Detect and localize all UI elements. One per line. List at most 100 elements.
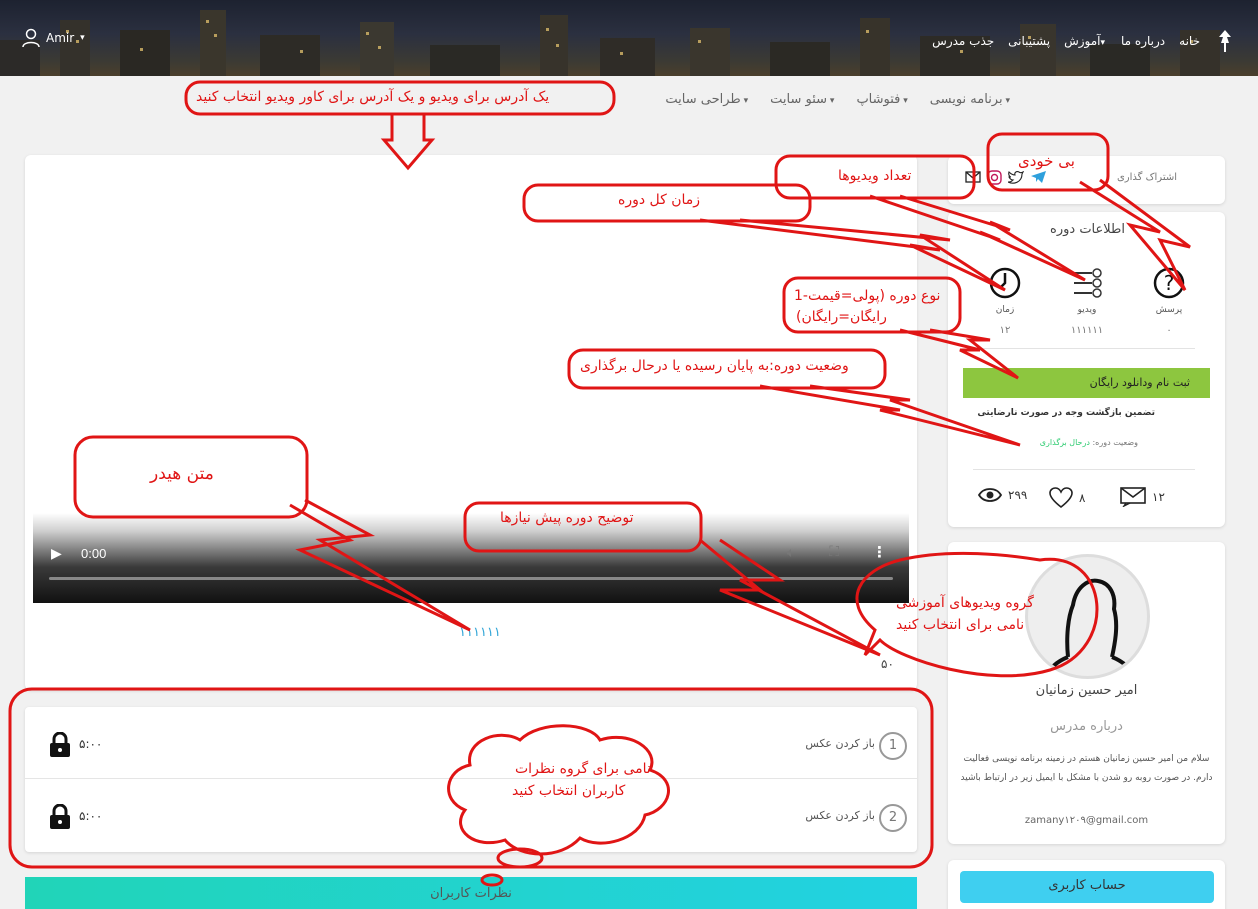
user-name: Amir [46, 31, 75, 45]
course-status-value: درحال برگذاری [1039, 438, 1090, 447]
course-info-card: اطلاعات دوره ? پرسش ۰ ویدیو ۱۱۱۱۱۱ زمان … [948, 212, 1225, 527]
heart-icon [1049, 487, 1073, 509]
divider [973, 348, 1195, 349]
person-silhouette-icon [1044, 578, 1136, 676]
logo-icon[interactable] [1214, 28, 1236, 54]
category-seo[interactable]: سئو سایت [770, 92, 834, 107]
stat-time: زمان ۱۲ [980, 267, 1030, 336]
comments-label: نظرات کاربران [430, 886, 512, 901]
annotation-course-type-1: 1-نوع دوره (پولی=قیمت [794, 288, 941, 304]
teacher-bio: سلام من امیر حسین زمانیان هستم در زمینه … [960, 754, 1213, 783]
money-back-guarantee: تضمین بازگشت وجه در صورت نارضایتی [977, 408, 1155, 418]
volume-icon[interactable]: 🔈︎ [787, 545, 795, 561]
messages-count[interactable]: ۱۲ [1120, 487, 1165, 507]
stat-videos: ویدیو ۱۱۱۱۱۱ [1062, 267, 1112, 336]
nav-home[interactable]: خانه [1179, 34, 1200, 48]
divider [973, 469, 1195, 470]
price-label: رایگان [1089, 376, 1119, 389]
instagram-icon[interactable] [987, 170, 1002, 185]
lesson-title: باز کردن عکس [805, 809, 875, 822]
user-menu[interactable]: Amir ▾ [22, 28, 85, 48]
likes-count[interactable]: ۸ [1049, 487, 1085, 509]
stat-questions: ? پرسش ۰ [1144, 267, 1194, 336]
question-icon: ? [1153, 267, 1185, 299]
share-card: اشتراک گذاری [948, 156, 1225, 204]
teacher-name: امیر حسین زمانیان [1035, 683, 1138, 698]
video-time: 0:00 [81, 546, 107, 561]
lesson-title: باز کردن عکس [805, 737, 875, 750]
annotation-total-time: زمان کل دوره [618, 192, 701, 208]
messages-value: ۱۲ [1152, 490, 1165, 504]
stat-videos-value: ۱۱۱۱۱۱ [1070, 325, 1104, 336]
lesson-row[interactable]: 1 باز کردن عکس ۵:۰۰ [25, 707, 917, 779]
email-icon[interactable] [965, 170, 981, 184]
more-options-icon[interactable]: ⋮ [872, 543, 887, 561]
account-button[interactable]: حساب کاربری [960, 871, 1214, 903]
lesson-row[interactable]: 2 باز کردن عکس ۵:۰۰ [25, 779, 917, 851]
share-label: اشتراک گذاری [1116, 172, 1177, 183]
clock-icon [989, 267, 1021, 299]
lesson-duration: ۵:۰۰ [79, 737, 103, 751]
likes-value: ۸ [1079, 491, 1086, 505]
course-number: ۵۰ [881, 657, 894, 671]
account-card: حساب کاربری [948, 860, 1225, 909]
share-icons [965, 170, 1047, 185]
annotation-bi-khodi: بی خودی [1018, 152, 1075, 170]
video-list-icon [1074, 268, 1102, 298]
lesson-number: 1 [879, 732, 907, 760]
teacher-email[interactable]: zamany۱۲۰۹@gmail.com [948, 815, 1225, 826]
main-nav: خانه درباره ما آموزش پشتیبانی جذب مدرس [932, 28, 1236, 54]
user-icon [22, 28, 40, 48]
message-icon [1120, 487, 1146, 507]
fullscreen-icon[interactable]: ⛶ [829, 544, 839, 560]
register-label: ثبت نام ودانلود [1122, 376, 1190, 389]
lesson-number: 2 [879, 804, 907, 832]
nav-about[interactable]: درباره ما [1121, 34, 1165, 48]
telegram-icon[interactable] [1030, 170, 1047, 184]
video-player[interactable]: ▶ 0:00 🔈︎ ⛶ ⋮ [33, 513, 909, 603]
stat-videos-label: ویدیو [1077, 305, 1097, 315]
category-photoshop[interactable]: فتوشاپ [856, 92, 907, 107]
nav-support[interactable]: پشتیبانی [1008, 34, 1050, 48]
category-programming[interactable]: برنامه نویسی [930, 92, 1010, 107]
stat-questions-label: پرسش [1155, 305, 1183, 315]
video-progress-bar[interactable] [49, 577, 893, 580]
course-status-label: وضعیت دوره: [1092, 438, 1138, 447]
twitter-icon[interactable] [1008, 170, 1024, 184]
annotation-video-address: یک آدرس برای ویدیو و یک آدرس برای کاور و… [196, 89, 550, 105]
stat-time-label: زمان [995, 305, 1015, 315]
annotation-comments-1: نامی برای گروه نظرات [515, 761, 651, 777]
category-web-design[interactable]: طراحی سایت [665, 92, 748, 107]
category-nav: برنامه نویسی فتوشاپ سئو سایت طراحی سایت [665, 92, 1010, 107]
annotation-course-type-2: رایگان=رایگان) [796, 309, 887, 325]
lesson-duration: ۵:۰۰ [79, 809, 103, 823]
annotation-course-status: وضعیت دوره:به پایان رسیده یا درحال برگذا… [580, 358, 849, 374]
annotation-prereq: توضیح دوره پیش نیازها [500, 510, 634, 526]
annotation-video-count: تعداد ویدیوها [838, 168, 912, 184]
teacher-card: امیر حسین زمانیان درباره مدرس سلام من ام… [948, 542, 1225, 844]
play-icon[interactable]: ▶ [51, 546, 62, 562]
teacher-about-title: درباره مدرس [1050, 719, 1123, 734]
nav-education-label: آموزش [1064, 34, 1101, 48]
chevron-down-icon: ▾ [80, 33, 85, 43]
views-count: ۲۹۹ [978, 487, 1027, 503]
nav-education[interactable]: آموزش [1064, 34, 1107, 48]
nav-teacher-recruit[interactable]: جذب مدرس [932, 34, 994, 48]
svg-text:?: ? [1164, 271, 1175, 295]
course-main-card: ▶ 0:00 🔈︎ ⛶ ⋮ ۱۱۱۱۱۱ ۵۰ [25, 155, 917, 690]
annotation-comments-2: کاربران انتخاب کنید [512, 783, 626, 799]
register-download-button[interactable]: ثبت نام ودانلود رایگان [963, 368, 1210, 398]
lesson-list: 1 باز کردن عکس ۵:۰۰ 2 باز کردن عکس ۵:۰۰ [25, 707, 917, 852]
course-status: وضعیت دوره: درحال برگذاری [1040, 438, 1138, 447]
teacher-avatar [1025, 554, 1150, 679]
annotation-group-2: نامی برای انتخاب کنید [896, 617, 1025, 633]
header-bar: خانه درباره ما آموزش پشتیبانی جذب مدرس A… [0, 0, 1258, 76]
comments-header[interactable]: نظرات کاربران [25, 877, 917, 909]
annotation-group-1: گروه ویدیوهای آموزشی [896, 595, 1034, 611]
stat-questions-value: ۰ [1166, 325, 1172, 336]
course-info-title: اطلاعات دوره [1050, 222, 1125, 237]
annotation-header-text: متن هیدر [150, 464, 214, 484]
prerequisites-text: ۱۱۱۱۱۱ [459, 625, 501, 640]
views-value: ۲۹۹ [1008, 488, 1028, 502]
stat-time-value: ۱۲ [999, 325, 1011, 336]
